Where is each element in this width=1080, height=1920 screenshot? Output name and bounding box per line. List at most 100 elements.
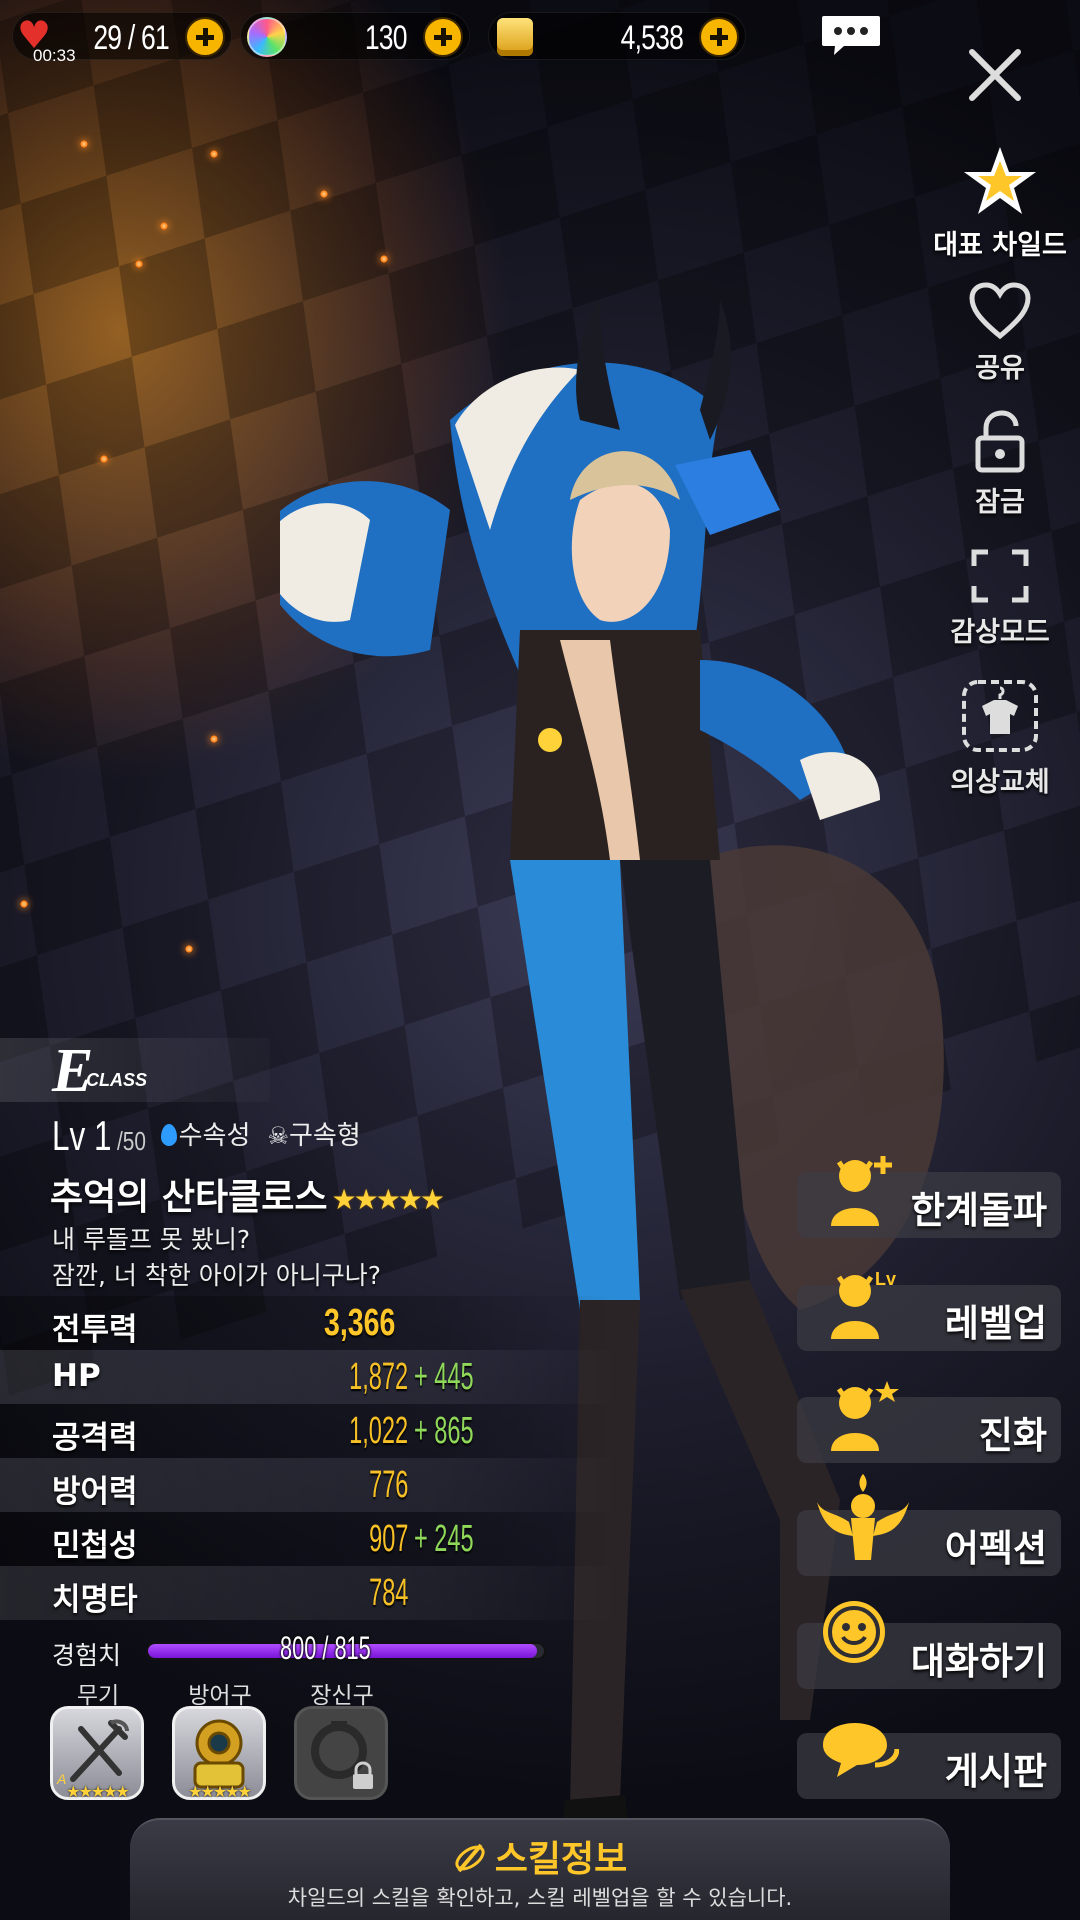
costume-icon (962, 680, 1038, 752)
weapon-label: 무기 (76, 1683, 120, 1709)
power-label: 전투력 (52, 1312, 138, 1348)
view-mode-button[interactable]: 감상모드 (930, 548, 1070, 649)
skill-title: 스킬정보 (494, 1839, 628, 1880)
accessory-slot[interactable] (294, 1706, 388, 1800)
lock-label: 잠금 (975, 487, 1025, 518)
stat-bonus: + 865 (414, 1410, 474, 1452)
level-up-button[interactable]: Lv 레벨업 (797, 1269, 1061, 1351)
ember (160, 222, 168, 230)
stat-base: 1,872 (349, 1356, 408, 1398)
level-up-icon: Lv (831, 1269, 896, 1339)
evolve-button[interactable]: 진화 (797, 1381, 1061, 1463)
element-attribute: 수속성 (160, 1121, 251, 1151)
evolve-label: 진화 (978, 1414, 1047, 1457)
evolve-icon (831, 1381, 899, 1451)
ember (100, 455, 108, 463)
fullscreen-icon (971, 549, 1029, 603)
character-name: 추억의 산타클로스 (50, 1177, 328, 1218)
board-chat-icon (823, 1723, 899, 1777)
share-label: 공유 (975, 353, 1025, 384)
element-label: 수속성 (178, 1121, 251, 1151)
stat-label: 민첩성 (52, 1528, 138, 1564)
skull-icon: ☠ (267, 1122, 290, 1150)
stamina-value: 29 / 61 (93, 19, 169, 57)
stat-base: 1,022 (349, 1410, 408, 1452)
ember (80, 140, 88, 148)
armor-stars: ★★★★★ (188, 1782, 252, 1801)
skill-icon (453, 1841, 487, 1875)
type-label: 구속형 (289, 1121, 361, 1151)
representative-child-button[interactable]: 대표 차일드 (930, 145, 1070, 262)
ember (210, 735, 218, 743)
stat-label: 치명타 (52, 1582, 138, 1618)
stat-base: 907 (368, 1518, 408, 1560)
quote-line-1: 내 루돌프 못 봤니? (52, 1225, 251, 1254)
stat-row: 치명타 784 (0, 1566, 620, 1620)
stat-label: 공격력 (52, 1420, 138, 1456)
skill-info-button[interactable]: 스킬정보 차일드의 스킬을 확인하고, 스킬 레벨업을 할 수 있습니다. (130, 1818, 950, 1920)
armor-label: 방어구 (188, 1683, 252, 1709)
ember (210, 150, 218, 158)
smile-icon (823, 1601, 885, 1663)
add-stamina-button[interactable] (185, 17, 225, 57)
skill-title-row: 스킬정보 (130, 1830, 950, 1882)
level-up-badge: Lv (875, 1269, 896, 1289)
ember (320, 190, 328, 198)
gold-counter[interactable]: 4,538 (488, 12, 746, 60)
skill-subtitle: 차일드의 스킬을 확인하고, 스킬 레벨업을 할 수 있습니다. (287, 1886, 793, 1910)
stat-base: 776 (368, 1464, 408, 1506)
lock-button[interactable]: 잠금 (930, 410, 1070, 519)
class-label: CLASS (86, 1070, 148, 1090)
gold-value: 4,538 (620, 19, 684, 57)
level-up-label: 레벨업 (944, 1302, 1047, 1345)
gem-counter[interactable]: 130 (240, 12, 470, 60)
costume-button[interactable]: 의상교체 (930, 678, 1070, 799)
talk-label: 대화하기 (910, 1640, 1047, 1683)
ember (380, 255, 388, 263)
armor-slot[interactable]: ★★★★★ (172, 1706, 266, 1801)
close-icon[interactable] (960, 40, 1030, 110)
board-button[interactable]: 게시판 (797, 1723, 1061, 1799)
stat-row: 방어력 776 (0, 1458, 620, 1512)
coin-icon (497, 18, 533, 56)
limit-break-icon (831, 1156, 892, 1226)
weapon-slot[interactable]: A ★★★★★ (50, 1706, 144, 1801)
chat-icon[interactable] (820, 14, 882, 56)
ember (135, 260, 143, 268)
heart-outline-icon (969, 282, 1031, 340)
limit-break-label: 한계돌파 (910, 1189, 1047, 1232)
level-value: Lv 1 (52, 1112, 112, 1159)
stamina-counter[interactable]: ♥ 00:33 29 / 61 (12, 12, 232, 65)
add-gold-button[interactable] (699, 17, 739, 57)
talk-button[interactable]: 대화하기 (797, 1601, 1061, 1689)
gem-value: 130 (365, 19, 408, 57)
affection-button[interactable]: 어펙션 (797, 1474, 1061, 1576)
representative-label: 대표 차일드 (933, 230, 1067, 261)
stat-row: 민첩성 907 + 245 (0, 1512, 620, 1566)
lock-icon (975, 410, 1025, 473)
add-gem-button[interactable] (423, 17, 463, 57)
stat-row-power: 전투력 3,366 (0, 1296, 620, 1350)
gem-icon (247, 17, 287, 57)
lock-icon (353, 1761, 373, 1789)
stat-label: 방어력 (52, 1474, 138, 1510)
quote-line-2: 잠깐, 너 착한 아이가 아니구나? (52, 1261, 382, 1290)
stat-row: HP 1,872 + 445 (0, 1350, 620, 1404)
level-max: /50 (117, 1126, 147, 1156)
affection-label: 어펙션 (944, 1527, 1047, 1570)
stat-row: 공격력 1,022 + 865 (0, 1404, 620, 1458)
type-attribute: ☠구속형 (262, 1121, 361, 1151)
exp-label: 경험치 (52, 1641, 122, 1670)
affection-icon (817, 1474, 909, 1560)
share-button[interactable]: 공유 (930, 282, 1070, 385)
star-rating: ★★★★★ (331, 1183, 446, 1216)
costume-label: 의상교체 (950, 767, 1050, 798)
character-name-row: 추억의 산타클로스 ★★★★★ (50, 1168, 446, 1220)
top-bar: ♥ 00:33 29 / 61 130 4,538 (0, 0, 1080, 70)
weapon-stars: ★★★★★ (66, 1782, 130, 1801)
exp-value: 800 / 815 (280, 1630, 371, 1666)
ember (20, 900, 28, 908)
board-label: 게시판 (944, 1750, 1047, 1793)
stat-bonus: + 445 (414, 1356, 474, 1398)
limit-break-button[interactable]: 한계돌파 (797, 1156, 1061, 1238)
